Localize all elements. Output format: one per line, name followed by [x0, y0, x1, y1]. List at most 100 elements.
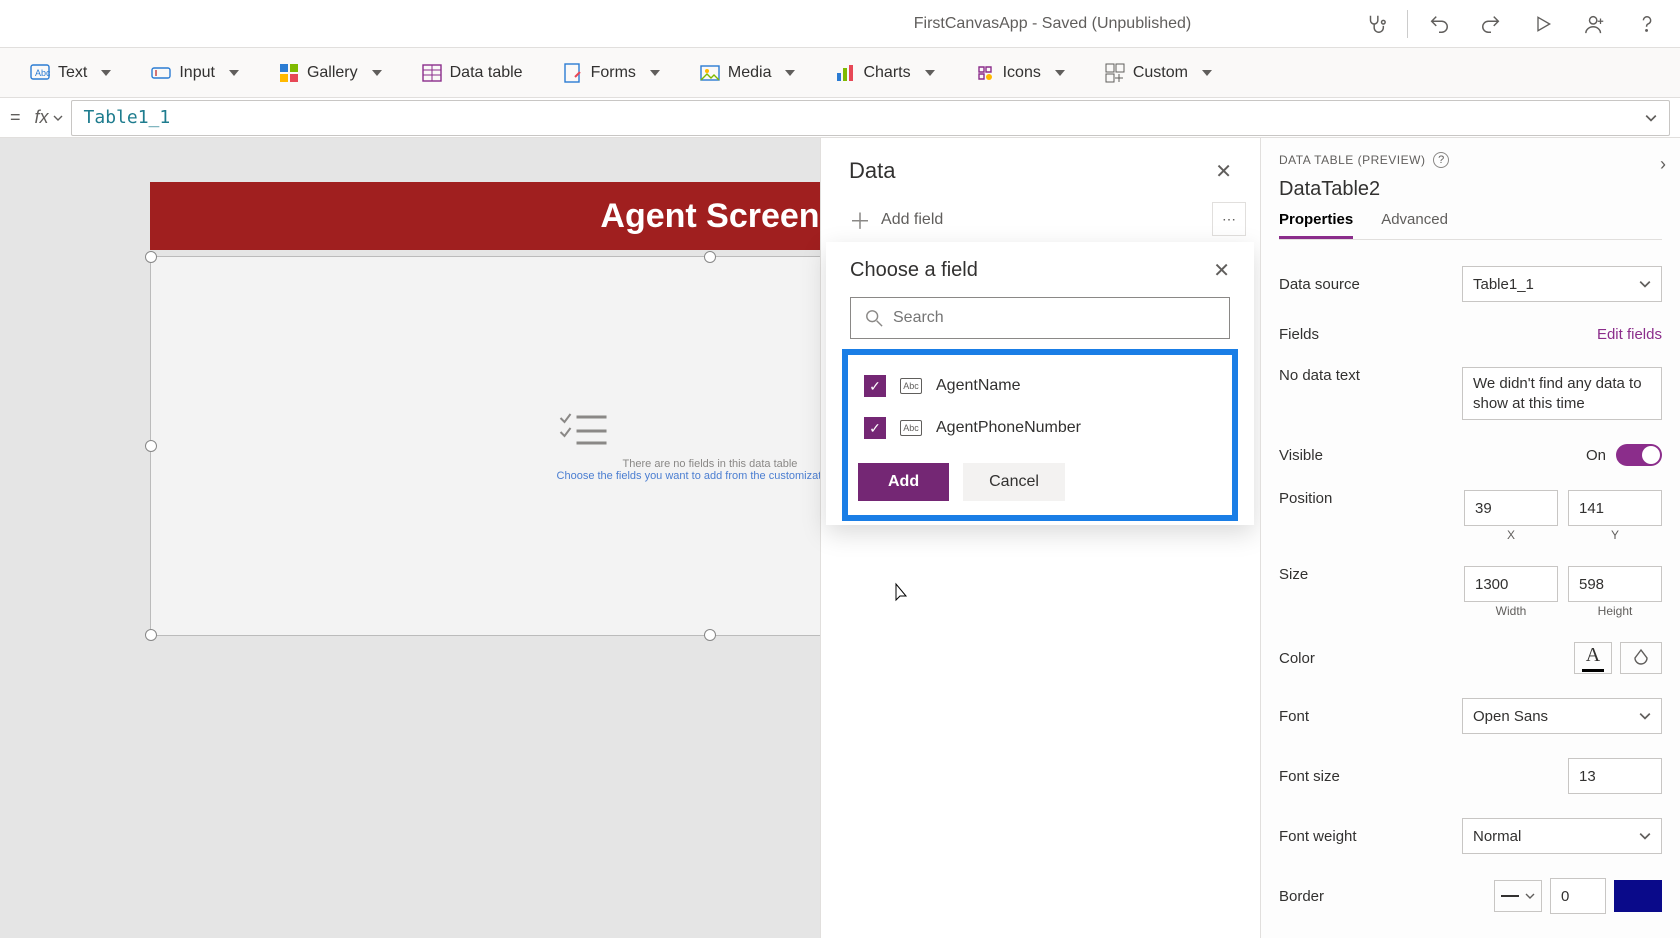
formula-input[interactable]: Table1_1: [71, 100, 1670, 136]
help-icon[interactable]: [1626, 3, 1668, 45]
fields-label: Fields: [1279, 326, 1319, 343]
icons-icon: [975, 63, 995, 83]
close-icon[interactable]: ✕: [1215, 159, 1232, 184]
search-icon: [865, 309, 883, 327]
chevron-down-icon[interactable]: [1645, 112, 1657, 124]
empty-state: There are no fields in this data table C…: [557, 410, 864, 482]
element-name: DataTable2: [1279, 178, 1662, 201]
border-width-input[interactable]: 0: [1550, 878, 1606, 914]
field-row[interactable]: ✓ Abc AgentPhoneNumber: [858, 407, 1222, 449]
ribbon-custom[interactable]: Custom: [1105, 63, 1212, 83]
position-label: Position: [1279, 490, 1332, 507]
property-tabs: Properties Advanced: [1279, 211, 1662, 240]
ribbon-icons[interactable]: Icons: [975, 63, 1065, 83]
tab-advanced[interactable]: Advanced: [1381, 211, 1448, 239]
ribbon: Abc Text Input Gallery Data table Forms …: [0, 48, 1680, 98]
ribbon-charts-label: Charts: [863, 64, 910, 82]
add-field-button[interactable]: ＋ Add field: [821, 194, 1260, 246]
undo-icon[interactable]: [1418, 3, 1460, 45]
size-label: Size: [1279, 566, 1308, 583]
chevron-down-icon: [1525, 891, 1535, 901]
redo-icon[interactable]: [1470, 3, 1512, 45]
ribbon-custom-label: Custom: [1133, 64, 1188, 82]
close-icon[interactable]: ✕: [1213, 258, 1230, 283]
help-icon[interactable]: ?: [1433, 152, 1449, 168]
ribbon-charts[interactable]: Charts: [835, 63, 934, 83]
add-field-label: Add field: [881, 211, 943, 229]
title-bar: FirstCanvasApp - Saved (Unpublished): [0, 0, 1680, 48]
border-color-chip[interactable]: [1614, 880, 1662, 912]
text-icon: Abc: [30, 63, 50, 83]
add-button[interactable]: Add: [858, 463, 949, 501]
ribbon-forms[interactable]: Forms: [563, 63, 660, 83]
properties-pane: DATA TABLE (PREVIEW) ? › DataTable2 Prop…: [1260, 138, 1680, 938]
search-field[interactable]: [893, 309, 1215, 327]
search-input[interactable]: [850, 297, 1230, 339]
empty-line1: There are no fields in this data table: [557, 458, 864, 470]
ribbon-media[interactable]: Media: [700, 63, 796, 83]
highlighted-region: ✓ Abc AgentName ✓ Abc AgentPhoneNumber A…: [842, 349, 1238, 521]
popup-header: Choose a field ✕: [826, 242, 1254, 293]
font-color-chip[interactable]: A: [1574, 642, 1612, 674]
fill-color-chip[interactable]: [1620, 642, 1662, 674]
height-label: Height: [1568, 604, 1662, 618]
border-label: Border: [1279, 888, 1324, 905]
resize-handle[interactable]: [145, 251, 157, 263]
stethoscope-icon[interactable]: [1355, 3, 1397, 45]
gallery-icon: [279, 63, 299, 83]
field-name: AgentName: [936, 377, 1021, 395]
x-label: X: [1464, 528, 1558, 542]
tab-properties[interactable]: Properties: [1279, 211, 1353, 239]
checkbox-checked[interactable]: ✓: [864, 417, 886, 439]
canvas-area: Agent Screen There are no fields in: [0, 138, 1260, 938]
field-row[interactable]: ✓ Abc AgentName: [858, 365, 1222, 407]
font-label: Font: [1279, 708, 1309, 725]
width-input[interactable]: 1300: [1464, 566, 1558, 602]
ribbon-gallery-label: Gallery: [307, 64, 358, 82]
border-style-select[interactable]: [1494, 880, 1542, 912]
person-icon[interactable]: [1574, 3, 1616, 45]
nodata-input[interactable]: We didn't find any data to show at this …: [1462, 367, 1662, 420]
data-pane-title: Data: [849, 158, 895, 184]
play-icon[interactable]: [1522, 3, 1564, 45]
ribbon-datatable[interactable]: Data table: [422, 63, 523, 83]
font-select[interactable]: Open Sans: [1462, 698, 1662, 734]
fontsize-input[interactable]: 13: [1568, 758, 1662, 794]
text-type-icon: Abc: [900, 420, 922, 436]
resize-handle[interactable]: [145, 629, 157, 641]
more-icon[interactable]: ⋯: [1212, 202, 1246, 236]
ribbon-text-label: Text: [58, 64, 87, 82]
pos-x-input[interactable]: 39: [1464, 490, 1558, 526]
fontweight-select[interactable]: Normal: [1462, 818, 1662, 854]
chevron-right-icon[interactable]: ›: [1660, 154, 1666, 175]
divider: [1407, 10, 1408, 38]
ribbon-forms-label: Forms: [591, 64, 636, 82]
charts-icon: [835, 63, 855, 83]
formula-value: Table1_1: [84, 107, 171, 128]
app-title: FirstCanvasApp - Saved (Unpublished): [154, 15, 1191, 33]
svg-text:Abc: Abc: [35, 68, 50, 78]
ribbon-input[interactable]: Input: [151, 63, 239, 83]
ribbon-text[interactable]: Abc Text: [30, 63, 111, 83]
resize-handle[interactable]: [145, 440, 157, 452]
empty-line2-link[interactable]: Choose the fields you want to add from t…: [557, 470, 864, 482]
ribbon-gallery[interactable]: Gallery: [279, 63, 382, 83]
chevron-down-icon: [1639, 830, 1651, 842]
fontsize-label: Font size: [1279, 768, 1340, 785]
datasource-select[interactable]: Table1_1: [1462, 266, 1662, 302]
checkbox-checked[interactable]: ✓: [864, 375, 886, 397]
resize-handle[interactable]: [704, 629, 716, 641]
resize-handle[interactable]: [704, 251, 716, 263]
forms-icon: [563, 63, 583, 83]
chevron-down-icon: [1639, 278, 1651, 290]
pos-y-input[interactable]: 141: [1568, 490, 1662, 526]
fx-icon[interactable]: fx: [27, 107, 71, 128]
visible-toggle[interactable]: [1616, 444, 1662, 466]
visible-label: Visible: [1279, 447, 1323, 464]
height-input[interactable]: 598: [1568, 566, 1662, 602]
custom-icon: [1105, 63, 1125, 83]
cancel-button[interactable]: Cancel: [963, 463, 1065, 501]
section-label: DATA TABLE (PREVIEW) ?: [1279, 152, 1662, 168]
color-label: Color: [1279, 650, 1315, 667]
edit-fields-link[interactable]: Edit fields: [1597, 326, 1662, 343]
